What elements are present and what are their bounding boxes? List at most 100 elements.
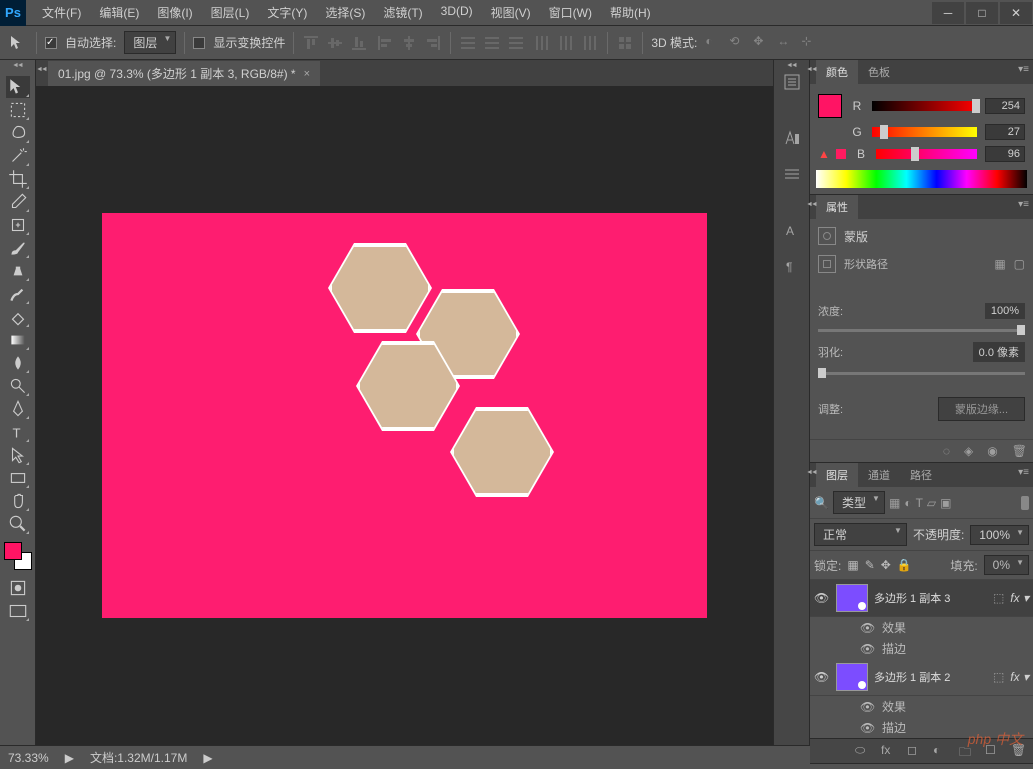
align-hcenter-icon[interactable] (400, 34, 418, 52)
feather-slider[interactable] (818, 372, 1025, 375)
canvas-viewport[interactable] (36, 86, 773, 745)
feather-value[interactable]: 0.0 像素 (973, 342, 1025, 362)
auto-align-icon[interactable] (616, 34, 634, 52)
lock-pixels-icon[interactable]: ✎ (865, 558, 875, 572)
statusbar-arrow-icon[interactable]: ▶ (65, 751, 74, 765)
g-slider[interactable] (872, 127, 977, 137)
lock-transparency-icon[interactable]: ▦ (847, 558, 858, 572)
hexagon-shape-1[interactable] (330, 245, 430, 331)
zoom-level[interactable]: 73.33% (8, 751, 49, 765)
3d-zoom-icon[interactable]: ⊹ (801, 34, 819, 52)
lock-position-icon[interactable]: ✥ (881, 558, 891, 572)
distribute-right-icon[interactable] (581, 34, 599, 52)
layer-effects-row[interactable]: 👁 效果 (810, 696, 1033, 717)
crop-tool[interactable] (6, 168, 30, 190)
distribute-left-icon[interactable] (533, 34, 551, 52)
pixel-mask-icon[interactable]: ▦ (994, 257, 1005, 271)
close-button[interactable]: ✕ (1000, 2, 1032, 24)
align-left-icon[interactable] (376, 34, 394, 52)
hexagon-shape-3[interactable] (358, 343, 458, 429)
swatches-tab[interactable]: 色板 (858, 60, 900, 84)
menu-window[interactable]: 窗口(W) (541, 0, 600, 25)
layer-item[interactable]: 👁 多边形 1 副本 2 ⬚ fx ▾ (810, 659, 1033, 696)
apply-mask-icon[interactable]: ◈ (964, 444, 973, 458)
load-selection-icon[interactable]: ◌ (943, 444, 950, 458)
type-tool[interactable]: T (6, 421, 30, 443)
visibility-toggle[interactable]: 👁 (860, 721, 876, 735)
filter-type-icon[interactable]: T (916, 496, 923, 510)
maximize-button[interactable]: □ (966, 2, 998, 24)
mask-edge-button[interactable]: 蒙版边缘... (938, 397, 1025, 421)
menu-view[interactable]: 视图(V) (483, 0, 539, 25)
healing-brush-tool[interactable] (6, 214, 30, 236)
link-layers-icon[interactable]: ⬭ (855, 743, 871, 759)
menu-select[interactable]: 选择(S) (317, 0, 373, 25)
layer-item[interactable]: 👁 多边形 1 副本 3 ⬚ fx ▾ (810, 580, 1033, 617)
hexagon-shape-4[interactable] (452, 409, 552, 495)
quick-mask-tool[interactable] (6, 577, 30, 599)
brush-panel-icon[interactable] (782, 164, 802, 184)
document-tab[interactable]: 01.jpg @ 73.3% (多边形 1 副本 3, RGB/8#) * × (48, 61, 320, 86)
move-tool-icon[interactable] (8, 33, 28, 53)
3d-slide-icon[interactable]: ↔ (777, 34, 795, 52)
properties-tab[interactable]: 属性 (816, 195, 858, 219)
menu-help[interactable]: 帮助(H) (602, 0, 659, 25)
filter-toggle[interactable] (1021, 496, 1029, 510)
rectangle-tool[interactable] (6, 467, 30, 489)
visibility-toggle[interactable]: 👁 (860, 621, 876, 635)
color-ramp[interactable] (816, 170, 1027, 188)
layer-stroke-row[interactable]: 👁 描边 (810, 717, 1033, 738)
blend-mode-dropdown[interactable]: 正常 (814, 523, 907, 546)
visibility-toggle[interactable]: 👁 (860, 642, 876, 656)
dodge-tool[interactable] (6, 375, 30, 397)
link-icon[interactable]: ⬚ (993, 670, 1004, 684)
distribute-hcenter-icon[interactable] (557, 34, 575, 52)
align-right-icon[interactable] (424, 34, 442, 52)
3d-roll-icon[interactable]: ⟲ (729, 34, 747, 52)
panel-menu-icon[interactable]: ▾≡ (1018, 467, 1029, 478)
zoom-tool[interactable] (6, 513, 30, 535)
layers-tab[interactable]: 图层 (816, 463, 858, 487)
menu-3d[interactable]: 3D(D) (433, 0, 481, 25)
align-bottom-icon[interactable] (350, 34, 368, 52)
visibility-toggle[interactable]: 👁 (814, 591, 830, 605)
layer-effects-row[interactable]: 👁 效果 (810, 617, 1033, 638)
eraser-tool[interactable] (6, 306, 30, 328)
vector-mask-icon[interactable]: ▢ (1014, 257, 1025, 271)
adjustment-layer-icon[interactable]: ◐ (933, 743, 949, 759)
gradient-tool[interactable] (6, 329, 30, 351)
auto-select-dropdown[interactable]: 图层 (124, 31, 176, 54)
screen-mode-tool[interactable] (6, 600, 30, 622)
layer-name[interactable]: 多边形 1 副本 3 (874, 590, 987, 606)
statusbar-arrow-icon[interactable]: ▶ (203, 751, 212, 765)
visibility-toggle[interactable]: 👁 (814, 670, 830, 684)
density-value[interactable]: 100% (985, 303, 1025, 319)
menu-image[interactable]: 图像(I) (149, 0, 200, 25)
align-vcenter-icon[interactable] (326, 34, 344, 52)
marquee-tool[interactable] (6, 99, 30, 121)
paragraph-icon[interactable]: ¶ (782, 256, 802, 276)
delete-layer-icon[interactable]: 🗑 (1011, 743, 1027, 759)
delete-mask-icon[interactable]: 🗑 (1012, 444, 1027, 458)
brush-tool[interactable] (6, 237, 30, 259)
b-slider[interactable] (876, 149, 977, 159)
filter-adjust-icon[interactable]: ◐ (904, 496, 911, 510)
fill-input[interactable]: 0% (984, 555, 1029, 575)
show-transform-checkbox[interactable] (193, 37, 205, 49)
paths-tab[interactable]: 路径 (900, 463, 942, 487)
g-value-input[interactable]: 27 (985, 124, 1025, 140)
layer-fx-icon[interactable]: fx (881, 743, 897, 759)
layer-stroke-row[interactable]: 👁 描边 (810, 638, 1033, 659)
disable-mask-icon[interactable]: ◉ (987, 444, 997, 458)
menu-file[interactable]: 文件(F) (34, 0, 89, 25)
filter-pixel-icon[interactable]: ▦ (889, 496, 900, 510)
color-swatches[interactable] (4, 542, 32, 570)
minimize-button[interactable]: ─ (932, 2, 964, 24)
foreground-color[interactable] (4, 542, 22, 560)
lock-all-icon[interactable]: 🔒 (897, 558, 912, 572)
r-slider[interactable] (872, 101, 977, 111)
filter-smart-icon[interactable]: ▣ (940, 496, 951, 510)
blur-tool[interactable] (6, 352, 30, 374)
history-panel-icon[interactable] (782, 72, 802, 92)
close-tab-icon[interactable]: × (304, 68, 310, 80)
